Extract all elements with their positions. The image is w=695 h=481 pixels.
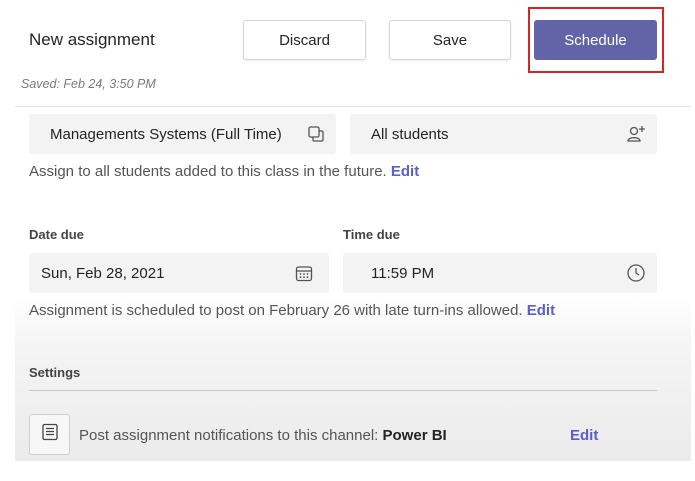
saved-status: Saved: Feb 24, 3:50 PM xyxy=(21,77,156,91)
date-due-value: Sun, Feb 28, 2021 xyxy=(41,264,165,282)
assign-help-text: Assign to all students added to this cla… xyxy=(29,163,419,180)
copy-icon[interactable] xyxy=(306,124,326,144)
schedule-button[interactable]: Schedule xyxy=(534,20,657,60)
channel-notification-label: Post assignment notifications to this ch… xyxy=(79,427,379,444)
channel-notification-text: Post assignment notifications to this ch… xyxy=(79,427,447,444)
discard-button[interactable]: Discard xyxy=(243,20,366,60)
time-due-value: 11:59 PM xyxy=(371,264,435,282)
document-list-icon xyxy=(40,422,60,447)
schedule-help-text: Assignment is scheduled to post on Febru… xyxy=(29,302,555,319)
channel-icon-box xyxy=(29,414,70,455)
students-select[interactable]: All students xyxy=(350,114,657,154)
class-name: Managements Systems (Full Time) xyxy=(50,125,282,143)
time-due-field[interactable]: 11:59 PM xyxy=(343,253,657,293)
page-title: New assignment xyxy=(29,30,155,49)
save-button[interactable]: Save xyxy=(389,20,511,60)
calendar-icon[interactable] xyxy=(294,263,314,283)
students-value: All students xyxy=(371,125,449,143)
time-due-label: Time due xyxy=(343,227,400,242)
assign-edit-link[interactable]: Edit xyxy=(391,163,419,180)
add-person-icon[interactable] xyxy=(626,124,646,144)
schedule-edit-link[interactable]: Edit xyxy=(527,302,555,319)
assign-help-label: Assign to all students added to this cla… xyxy=(29,163,387,180)
date-due-label: Date due xyxy=(29,227,84,242)
assignment-header: New assignment Saved: Feb 24, 3:50 PM Di… xyxy=(0,0,695,106)
channel-name: Power BI xyxy=(382,427,447,444)
schedule-help-label: Assignment is scheduled to post on Febru… xyxy=(29,302,523,319)
clock-icon[interactable] xyxy=(626,263,646,283)
class-select[interactable]: Managements Systems (Full Time) xyxy=(29,114,336,154)
settings-heading: Settings xyxy=(29,365,81,380)
date-due-field[interactable]: Sun, Feb 28, 2021 xyxy=(29,253,329,293)
settings-divider xyxy=(29,390,657,391)
channel-edit-link[interactable]: Edit xyxy=(570,427,598,444)
